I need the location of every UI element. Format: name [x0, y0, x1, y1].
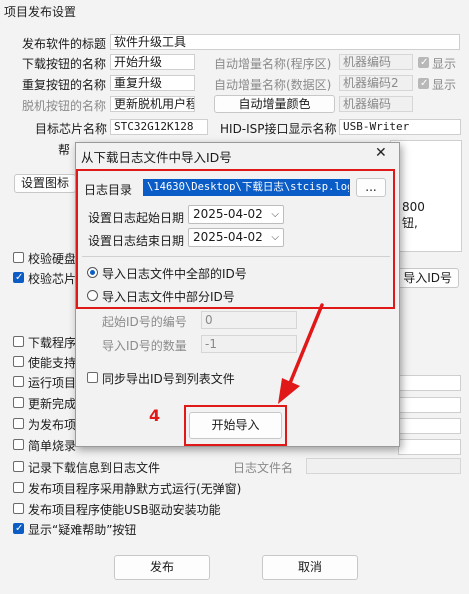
- target-chip-input[interactable]: STC32G12K128: [110, 119, 208, 135]
- auto-increment-color-button[interactable]: 自动增量颜色: [214, 95, 335, 113]
- checkbox-simple-burn-label: 简单烧录: [28, 439, 77, 453]
- auto-increment-program-label: 自动增量名称(程序区): [214, 57, 332, 71]
- auto-increment-data-label: 自动增量名称(数据区): [214, 78, 332, 92]
- sync-export-checkbox[interactable]: [87, 372, 98, 383]
- checkbox-usb-driver[interactable]: [13, 503, 24, 514]
- checkbox-enable-support[interactable]: [13, 356, 24, 367]
- radio-import-part[interactable]: [87, 290, 98, 301]
- show-program-checkbox[interactable]: [418, 57, 429, 68]
- right-field-2[interactable]: [398, 418, 461, 434]
- right-field-3[interactable]: [398, 439, 461, 455]
- checkbox-update-complete-label: 更新完成: [28, 397, 77, 411]
- checkbox-update-complete[interactable]: [13, 397, 24, 408]
- sync-export-label: 同步导出ID号到列表文件: [102, 372, 235, 386]
- checkbox-usb-driver-label: 发布项目程序使能USB驱动安装功能: [28, 503, 221, 517]
- right-field-1[interactable]: [398, 397, 461, 413]
- publish-button[interactable]: 发布: [114, 555, 210, 580]
- auto-increment-color-input[interactable]: 机器编码: [339, 96, 413, 112]
- checkbox-show-help-label: 显示“疑难帮助”按钮: [28, 523, 137, 537]
- checkbox-verify-chip-label: 校验芯片: [28, 272, 77, 286]
- checkbox-download-program[interactable]: [13, 336, 24, 347]
- checkbox-verify-disk[interactable]: [13, 252, 24, 263]
- dialog-close-icon[interactable]: ✕: [375, 145, 387, 161]
- help-textarea[interactable]: [390, 140, 462, 252]
- radio-import-all[interactable]: [87, 267, 98, 278]
- target-chip-label: 目标芯片名称: [35, 122, 108, 136]
- window-title: 项目发布设置: [4, 5, 77, 19]
- log-dir-label: 日志目录: [84, 183, 133, 197]
- title-bar: 项目发布设置: [0, 0, 469, 20]
- checkbox-verify-chip[interactable]: [13, 272, 24, 283]
- auto-increment-program-input[interactable]: 机器编码: [339, 54, 413, 70]
- checkbox-log-download-label: 记录下载信息到日志文件: [28, 461, 161, 475]
- import-id-button[interactable]: 导入ID号: [392, 268, 459, 288]
- checkbox-run-project-label: 运行项目: [28, 376, 77, 390]
- repeat-button-name-label: 重复按钮的名称: [22, 78, 107, 92]
- chevron-down-icon: ⌵: [271, 209, 279, 220]
- set-icon-button[interactable]: 设置图标: [14, 174, 76, 193]
- import-id-dialog: 从下载日志文件中导入ID号 ✕ 日志目录 \14630\Desktop\下载日志…: [75, 142, 400, 447]
- annotation-number: 4: [149, 406, 161, 425]
- chevron-down-icon: ⌵: [271, 232, 279, 243]
- dialog-title: 从下载日志文件中导入ID号: [81, 150, 232, 165]
- cancel-button[interactable]: 取消: [262, 555, 358, 580]
- show-data-checkbox[interactable]: [418, 78, 429, 89]
- start-date-value: 2025-04-02: [193, 207, 263, 221]
- checkbox-verify-disk-label: 校验硬盘: [28, 252, 77, 266]
- browse-button[interactable]: ...: [356, 178, 386, 197]
- annotation-arrow-icon: [278, 303, 324, 404]
- checkbox-show-help[interactable]: [13, 523, 24, 534]
- publish-title-input[interactable]: 软件升级工具: [110, 34, 460, 50]
- checkbox-log-download[interactable]: [13, 461, 24, 472]
- checkbox-publish-item[interactable]: [13, 418, 24, 429]
- checkbox-enable-support-label: 使能支持: [28, 356, 77, 370]
- hid-isp-input[interactable]: USB-Writer: [339, 119, 461, 135]
- detach-button-name-input[interactable]: 更新脱机用户程: [110, 96, 195, 112]
- end-date-value: 2025-04-02: [193, 230, 263, 244]
- radio-import-all-label: 导入日志文件中全部的ID号: [102, 267, 247, 281]
- checkbox-publish-item-label: 为发布项: [28, 418, 77, 432]
- end-date-picker[interactable]: 2025-04-02 ⌵: [188, 228, 284, 247]
- checkbox-simple-burn[interactable]: [13, 439, 24, 450]
- help-text-line-1: 800: [402, 200, 425, 214]
- publish-title-label: 发布软件的标题: [22, 37, 107, 51]
- log-file-name-input[interactable]: [306, 458, 461, 474]
- checkbox-silent-run[interactable]: [13, 482, 24, 493]
- checkbox-download-program-label: 下载程序: [28, 336, 77, 350]
- start-id-label: 起始ID号的编号: [102, 315, 187, 329]
- repeat-button-name-input[interactable]: 重复升级: [110, 75, 195, 91]
- auto-increment-data-input[interactable]: 机器编码2: [339, 75, 413, 91]
- show-data-label: 显示: [432, 78, 457, 92]
- detach-button-name-label: 脱机按钮的名称: [22, 99, 107, 113]
- start-date-label: 设置日志起始日期: [88, 211, 185, 225]
- show-program-label: 显示: [432, 57, 457, 71]
- checkbox-silent-run-label: 发布项目程序采用静默方式运行(无弹窗): [28, 482, 242, 496]
- log-dir-input[interactable]: \14630\Desktop\下载日志\stcisp.log: [143, 179, 350, 196]
- download-button-name-label: 下载按钮的名称: [22, 57, 107, 71]
- help-text-line-2: 钮,: [402, 216, 418, 230]
- end-date-label: 设置日志结束日期: [88, 234, 185, 248]
- download-button-name-input[interactable]: 开始升级: [110, 54, 195, 70]
- help-label: 帮: [58, 143, 71, 157]
- import-count-label: 导入ID号的数量: [102, 339, 187, 353]
- log-file-name-label: 日志文件名: [233, 461, 294, 475]
- start-date-picker[interactable]: 2025-04-02 ⌵: [188, 205, 284, 224]
- radio-import-part-label: 导入日志文件中部分ID号: [102, 290, 235, 304]
- divider: [82, 256, 390, 257]
- hid-isp-label: HID-ISP接口显示名称: [220, 122, 337, 136]
- checkbox-run-project[interactable]: [13, 376, 24, 387]
- start-import-button[interactable]: 开始导入: [189, 412, 282, 439]
